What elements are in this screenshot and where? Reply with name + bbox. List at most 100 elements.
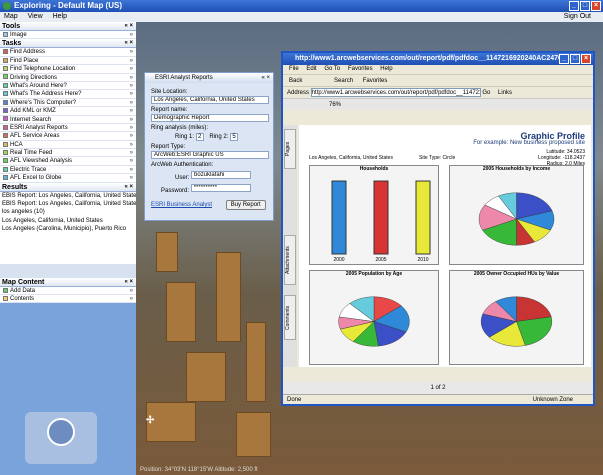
mapcontent-header[interactable]: Map Content « × (0, 277, 136, 287)
task-icon (3, 108, 8, 114)
task-item[interactable]: Find Telephone Location» (0, 65, 136, 74)
task-icon (3, 49, 8, 55)
navigation-control[interactable] (25, 412, 97, 464)
zoom-input[interactable]: 76% (329, 102, 341, 108)
task-item[interactable]: ESRI Analyst Reports» (0, 123, 136, 133)
results-header[interactable]: Results « × (0, 182, 136, 192)
page-indicator[interactable]: 1 of 2 (430, 385, 445, 391)
x-tick-label: 2000 (333, 257, 344, 262)
navigation-dial[interactable] (47, 418, 75, 446)
menu-favorites[interactable]: Favorites (348, 66, 373, 72)
task-icon (3, 150, 8, 155)
close-button[interactable]: × (581, 54, 591, 64)
ring2-label: Ring 2: (209, 134, 229, 140)
site-input[interactable]: Los Angeles, California, United States (151, 96, 269, 104)
type-select[interactable]: ArcWeb:ESRI Graphic US (151, 151, 269, 159)
minimize-button[interactable]: _ (559, 54, 569, 64)
x-tick-label: 2005 (375, 257, 386, 262)
tools-header[interactable]: Tools « × (0, 22, 136, 31)
task-item[interactable]: What's The Address Here?» (0, 90, 136, 99)
close-button[interactable]: × (591, 1, 601, 11)
building (166, 282, 196, 342)
chart-value: 2005 Owner Occupied HUs by Value (449, 270, 584, 365)
site-label: Site Location: (151, 89, 188, 95)
auth-label: ArcWeb Authentication: (151, 162, 214, 168)
address-label: Address (287, 90, 310, 96)
pdf-document: Graphic Profile For example: New busines… (299, 125, 591, 367)
buy-report-button[interactable]: Buy Report (225, 200, 266, 210)
result-item[interactable]: Los Angeles (Carolina, Municipio), Puert… (0, 225, 136, 234)
task-item[interactable]: HCA» (0, 140, 136, 150)
building (156, 232, 178, 272)
result-item[interactable]: los angeles (10) (0, 208, 136, 217)
menu-edit[interactable]: Edit (306, 66, 316, 72)
building (186, 352, 226, 402)
go-button[interactable]: Go (482, 90, 490, 96)
maximize-button[interactable]: □ (580, 1, 590, 11)
esri-panel-header: ESRI Analyst Reports « × (145, 73, 273, 83)
esri-business-analyst-link[interactable]: ESRI Business Analyst (151, 202, 212, 208)
add-data-item[interactable]: Add Data» (0, 286, 136, 296)
esri-report-panel: ESRI Analyst Reports « × Site Location: L… (144, 72, 274, 221)
task-item[interactable]: AFL Excel to Globe» (0, 174, 136, 183)
signout-link[interactable]: Sign Out (564, 12, 591, 22)
links-button[interactable]: Links (498, 90, 512, 96)
report-location: Los Angeles, California, United States (309, 155, 393, 161)
task-icon (3, 133, 8, 139)
task-item[interactable]: Real Time Feed» (0, 149, 136, 158)
menu-goto[interactable]: Go To (324, 66, 340, 72)
task-item[interactable]: Find Place» (0, 56, 136, 66)
ring1-input[interactable]: 2 (195, 133, 204, 141)
user-input[interactable]: bozuklafahi (191, 171, 252, 179)
report-subtitle: For example: New business proposed site (473, 140, 585, 146)
sidebar: Tools « × Image» Tasks « × Find Address» Fi… (0, 22, 136, 475)
result-item[interactable]: EBIS Report: Los Angeles, California, Un… (0, 191, 136, 201)
tool-item[interactable]: Image» (0, 31, 136, 40)
back-button[interactable]: Back (289, 78, 302, 84)
task-item[interactable]: Driving Directions» (0, 73, 136, 82)
type-label: Report Type: (151, 144, 186, 150)
menu-view[interactable]: View (28, 13, 43, 20)
tab-pages[interactable]: Pages (284, 129, 296, 169)
task-icon (3, 166, 8, 172)
compass-icon: ✢ (146, 415, 155, 426)
task-item[interactable]: Internet Search» (0, 115, 136, 124)
menu-help[interactable]: Help (380, 66, 392, 72)
task-item[interactable]: Add KML or KMZ» (0, 107, 136, 116)
pdf-side-tabs: Pages Attachments Comments (283, 125, 297, 367)
task-item[interactable]: AFL Service Areas» (0, 132, 136, 141)
task-icon (3, 158, 8, 164)
task-icon (3, 66, 8, 72)
minimize-button[interactable]: _ (569, 1, 579, 11)
tab-comments[interactable]: Comments (284, 295, 296, 340)
password-input[interactable]: ********** (190, 184, 251, 192)
task-item[interactable]: AFL Viewshed Analysis» (0, 157, 136, 166)
task-icon (3, 124, 8, 130)
maximize-button[interactable]: □ (570, 54, 580, 64)
result-item[interactable]: EBIS Report: Los Angeles, California, Un… (0, 200, 136, 209)
search-button[interactable]: Search (334, 78, 353, 84)
result-item[interactable]: Los Angeles, California, United States (0, 216, 136, 226)
task-item[interactable]: Find Address» (0, 48, 136, 57)
menu-help[interactable]: Help (53, 13, 67, 20)
task-icon (3, 91, 8, 97)
task-item[interactable]: What's Around Here?» (0, 81, 136, 91)
tasks-header[interactable]: Tasks « × (0, 39, 136, 49)
bar (373, 180, 389, 255)
close-icon[interactable]: « × (261, 73, 270, 83)
menu-file[interactable]: File (289, 66, 299, 72)
menu-map[interactable]: Map (4, 13, 18, 20)
contents-item[interactable]: Contents» (0, 295, 136, 304)
url-input[interactable]: http://www1.arcwebservices.com/out/repor… (310, 87, 481, 97)
task-icon (3, 74, 8, 80)
add-icon (3, 287, 8, 293)
favorites-button[interactable]: Favorites (363, 78, 388, 84)
task-item[interactable]: Electric Trace» (0, 165, 136, 175)
tab-attachments[interactable]: Attachments (284, 235, 296, 285)
app-menubar: Map View Help Sign Out (0, 12, 603, 22)
ring2-input[interactable]: 5 (230, 133, 239, 141)
chart-income: 2005 Households by Income (449, 165, 584, 265)
app-title: Exploring - Default Map (US) (14, 1, 122, 10)
task-item[interactable]: Where's This Computer?» (0, 98, 136, 108)
report-input[interactable]: Demographic Report (151, 114, 269, 122)
